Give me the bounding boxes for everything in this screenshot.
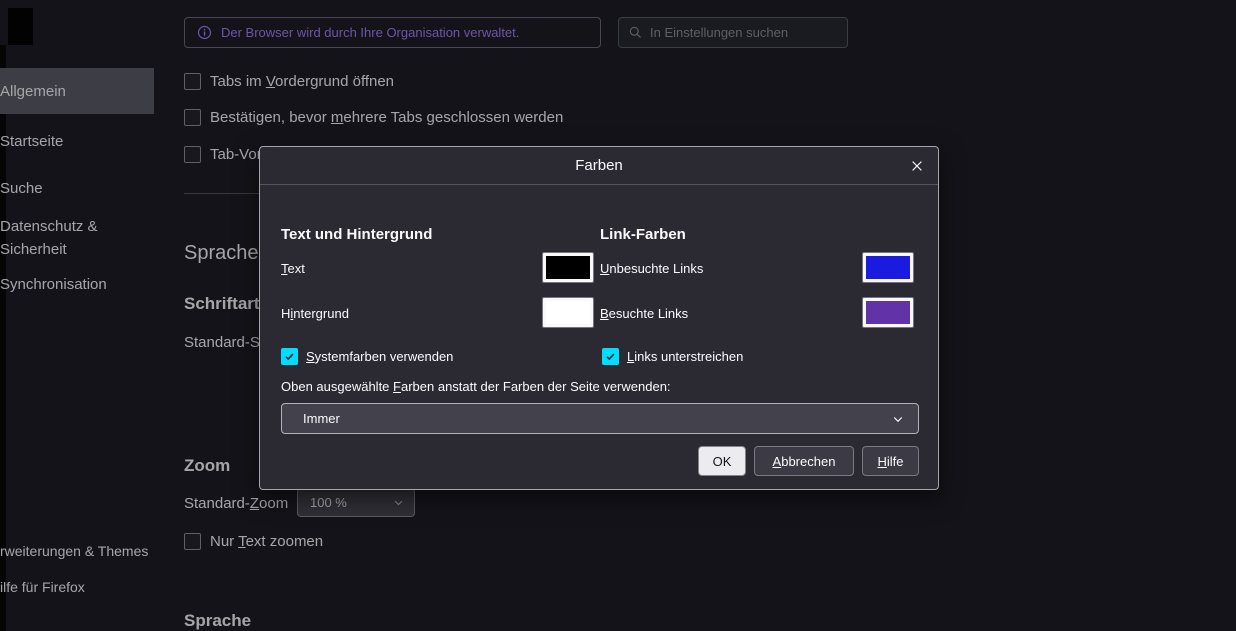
system-colors-row: Systemfarben verwenden [281,348,453,365]
close-icon [910,159,924,173]
colors-dialog-titlebar: Farben [260,147,938,185]
override-colors-value: Immer [303,411,340,426]
background-color-label: Hintergrund [281,306,349,321]
text-color-label: Text [281,261,305,276]
check-icon [284,351,295,362]
cancel-button[interactable]: Abbrechen [754,446,854,476]
override-colors-label: Oben ausgewählte Farben anstatt der Farb… [281,379,671,394]
background-color-swatch-button[interactable] [542,297,594,328]
unvisited-links-swatch [866,256,910,279]
unvisited-links-swatch-button[interactable] [862,252,914,283]
visited-links-swatch [866,301,910,324]
link-colors-header: Link-Farben [600,226,686,243]
visited-links-swatch-button[interactable] [862,297,914,328]
close-button[interactable] [904,153,930,179]
help-button[interactable]: Hilfe [862,446,919,476]
underline-links-checkbox[interactable] [602,348,619,365]
underline-links-label: Links unterstreichen [627,349,743,364]
system-colors-label: Systemfarben verwenden [306,349,453,364]
underline-links-row: Links unterstreichen [602,348,743,365]
background-color-swatch [546,301,590,324]
override-colors-select[interactable]: Immer [281,403,919,434]
colors-dialog-title: Farben [575,157,623,174]
check-icon [605,351,616,362]
visited-links-label: Besuchte Links [600,306,688,321]
unvisited-links-label: Unbesuchte Links [600,261,703,276]
colors-dialog: Farben Text und Hintergrund Link-Farben … [259,146,939,490]
system-colors-checkbox[interactable] [281,348,298,365]
text-background-header: Text und Hintergrund [281,226,432,243]
chevron-down-icon [892,413,904,425]
ok-button[interactable]: OK [698,446,746,476]
text-color-swatch-button[interactable] [542,252,594,283]
text-color-swatch [546,256,590,279]
